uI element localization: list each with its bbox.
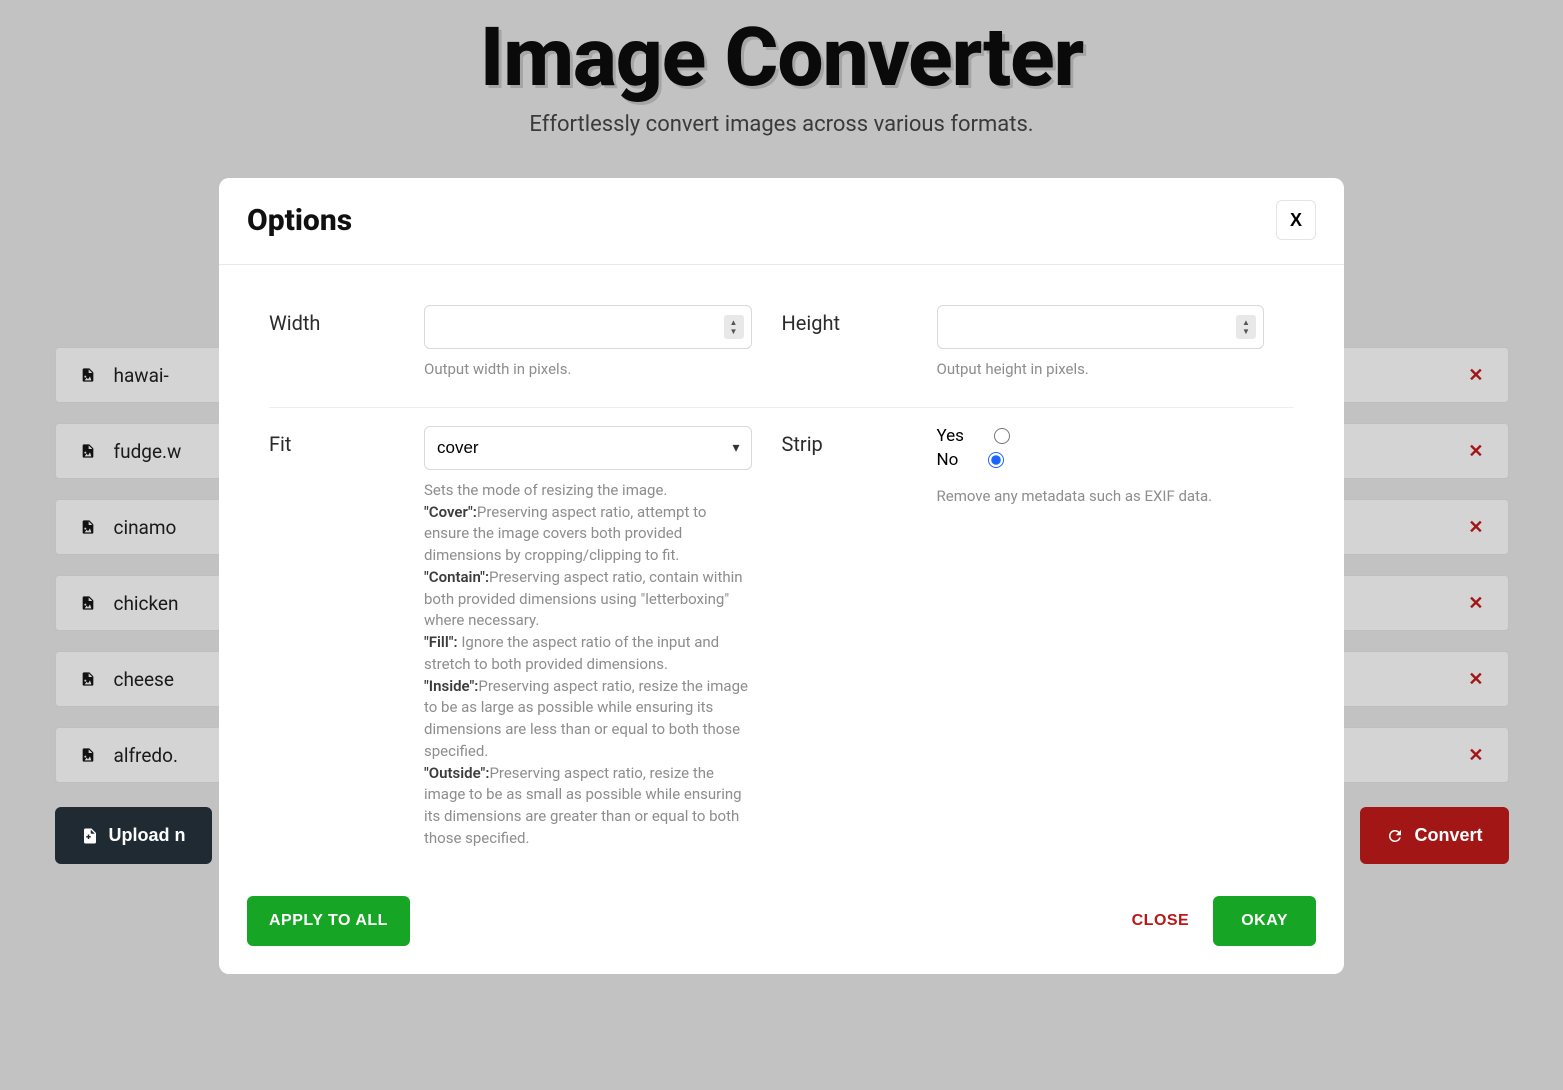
number-spinner-icon[interactable]: ▲▼ [724,315,744,339]
okay-button[interactable]: OKAY [1213,896,1316,946]
modal-overlay: Options X Width ▲▼ Output width in pixel… [0,0,1563,1090]
close-button[interactable]: CLOSE [1132,912,1190,930]
height-input[interactable] [937,305,1265,349]
strip-no-radio[interactable] [988,452,1004,468]
width-help: Output width in pixels. [424,359,752,381]
strip-no-label: No [937,450,959,470]
strip-yes-radio[interactable] [994,428,1010,444]
fit-select[interactable]: covercontainfillinsideoutside [424,426,752,470]
width-input[interactable] [424,305,752,349]
modal-title: Options [247,203,352,238]
strip-yes-label: Yes [937,426,964,446]
height-label: Height [782,305,937,381]
number-spinner-icon[interactable]: ▲▼ [1236,315,1256,339]
apply-to-all-button[interactable]: APPLY TO ALL [247,896,410,946]
strip-help: Remove any metadata such as EXIF data. [937,486,1265,508]
fit-label: Fit [269,426,424,850]
close-button-x[interactable]: X [1276,200,1316,240]
fit-help: Sets the mode of resizing the image."Cov… [424,480,752,850]
width-label: Width [269,305,424,381]
strip-label: Strip [782,426,937,850]
options-modal: Options X Width ▲▼ Output width in pixel… [219,178,1344,974]
height-help: Output height in pixels. [937,359,1265,381]
